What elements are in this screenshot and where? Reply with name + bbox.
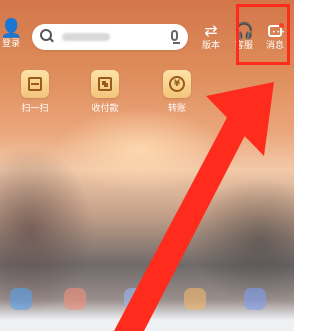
quick-action-label: 扫一扫 xyxy=(21,104,49,114)
scan-glyph xyxy=(28,77,42,91)
search-bar[interactable] xyxy=(32,24,188,50)
quick-action-label: 收付款 xyxy=(91,104,119,114)
version-label: 版本 xyxy=(201,41,220,51)
blue-app-icon[interactable] xyxy=(10,288,32,310)
search-icon xyxy=(40,29,52,41)
search-placeholder-blur xyxy=(62,33,110,41)
highlight-box xyxy=(236,4,290,65)
user-icon: 👤 xyxy=(0,18,23,39)
quick-action-pay[interactable]: 收付款 xyxy=(80,70,130,115)
login-label: 登录 xyxy=(1,39,20,49)
scan-icon xyxy=(21,70,49,98)
mic-icon[interactable] xyxy=(171,30,180,44)
yen-glyph: ¥ xyxy=(169,76,185,92)
lightblue-app-icon[interactable] xyxy=(124,288,146,310)
purple-app-icon[interactable] xyxy=(244,288,266,310)
quick-action-transfer[interactable]: ¥ 转账 xyxy=(152,70,202,115)
pink-app-icon[interactable] xyxy=(64,288,86,310)
orange-app-icon[interactable] xyxy=(184,288,206,310)
quick-action-label: 转账 xyxy=(167,104,186,114)
qr-pay-icon xyxy=(91,70,119,98)
version-button[interactable]: ⇄ 版本 xyxy=(196,22,226,54)
quick-action-scan[interactable]: 扫一扫 xyxy=(10,70,60,115)
login-button[interactable]: 👤 登录 xyxy=(0,20,22,54)
swap-icon: ⇄ xyxy=(204,21,218,40)
pay-glyph xyxy=(98,77,112,91)
yen-transfer-icon: ¥ xyxy=(163,70,191,98)
bottom-app-row xyxy=(0,282,294,312)
